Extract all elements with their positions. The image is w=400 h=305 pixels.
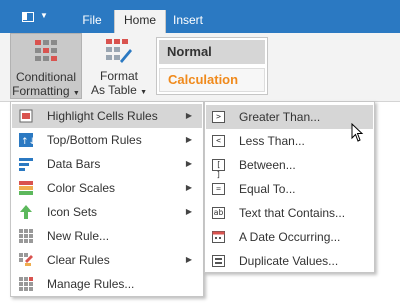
svg-text:↑↓: ↑↓ (21, 137, 33, 147)
menu-item-clear-rules[interactable]: Clear Rules ▶ (12, 248, 202, 272)
tab-home[interactable]: Home (114, 10, 166, 33)
menu-item-new-rule[interactable]: New Rule... (12, 224, 202, 248)
menu-item-color-scales[interactable]: Color Scales ▶ (12, 176, 202, 200)
window-layout-icon (22, 12, 34, 22)
chevron-right-icon: ▶ (185, 135, 192, 144)
less-than-icon: < (212, 135, 225, 147)
highlight-cells-icon (19, 109, 33, 123)
menu-item-label: Data Bars (47, 157, 101, 171)
submenu-item-between[interactable]: [ ] Between... (206, 153, 373, 179)
new-rule-icon (19, 229, 33, 243)
menu-item-label: Top/Bottom Rules (47, 133, 142, 147)
chevron-down-icon: ▼ (40, 11, 48, 20)
color-scales-icon (19, 181, 33, 195)
menu-item-label: New Rule... (47, 229, 110, 243)
text-contains-icon: ab (212, 207, 225, 219)
submenu-item-greater-than[interactable]: > Greater Than... (206, 105, 373, 129)
submenu-item-text-contains[interactable]: ab Text that Contains... (206, 201, 373, 225)
menu-item-manage-rules[interactable]: Manage Rules... (12, 272, 202, 296)
data-bars-icon (19, 158, 33, 171)
submenu-item-date-occurring[interactable]: A Date Occurring... (206, 225, 373, 249)
format-as-table-button[interactable]: Format As Table ▼ (88, 33, 150, 99)
format-as-table-icon (106, 39, 132, 63)
menu-item-label: Color Scales (47, 181, 116, 195)
menu-item-top-bottom-rules[interactable]: ↑↓ Top/Bottom Rules ▶ (12, 128, 202, 152)
menu-item-data-bars[interactable]: Data Bars ▶ (12, 152, 202, 176)
chevron-right-icon: ▶ (185, 183, 192, 192)
between-icon: [ ] (212, 159, 225, 179)
chevron-right-icon: ▶ (185, 207, 192, 216)
highlight-cells-submenu: > Greater Than... < Less Than... [ ] Bet… (204, 101, 375, 273)
menu-item-highlight-cells-rules[interactable]: Highlight Cells Rules ▶ (12, 104, 202, 128)
menu-item-icon-sets[interactable]: Icon Sets ▶ (12, 200, 202, 224)
submenu-item-label: A Date Occurring... (239, 230, 341, 244)
conditional-formatting-menu: Highlight Cells Rules ▶ ↑↓ Top/Bottom Ru… (10, 101, 204, 297)
chevron-right-icon: ▶ (185, 111, 192, 120)
submenu-item-less-than[interactable]: < Less Than... (206, 129, 373, 153)
equal-to-icon: = (212, 183, 225, 195)
chevron-right-icon: ▶ (185, 255, 192, 264)
tab-insert[interactable]: Insert (166, 10, 210, 33)
manage-rules-icon (19, 277, 33, 291)
submenu-item-duplicate-values[interactable]: Duplicate Values... (206, 249, 373, 273)
menu-item-label: Manage Rules... (47, 277, 135, 291)
submenu-item-label: Less Than... (239, 134, 305, 148)
chevron-right-icon: ▶ (185, 159, 192, 168)
submenu-item-label: Text that Contains... (239, 206, 346, 220)
submenu-item-label: Equal To... (239, 182, 296, 196)
submenu-item-label: Between... (239, 158, 296, 172)
calendar-icon (212, 231, 225, 243)
conditional-formatting-label-2: Formatting (12, 84, 70, 98)
menu-item-label: Clear Rules (47, 253, 110, 267)
duplicate-icon (212, 255, 225, 267)
format-as-table-label-2: As Table (90, 83, 137, 97)
greater-than-icon: > (212, 111, 225, 123)
chevron-down-icon: ▼ (140, 89, 148, 96)
conditional-formatting-icon (35, 40, 57, 61)
menu-item-label: Icon Sets (47, 205, 98, 219)
menu-item-label: Highlight Cells Rules (47, 109, 158, 123)
quick-access-menu-button[interactable]: ▼ (16, 9, 50, 27)
conditional-formatting-button[interactable]: Conditional Formatting ▼ (10, 33, 82, 99)
chevron-down-icon: ▼ (72, 90, 80, 97)
mouse-cursor-icon (351, 123, 364, 142)
title-bar: ▼ File Home Insert (0, 0, 400, 33)
cell-styles-gallery: Normal Calculation (156, 37, 268, 95)
conditional-formatting-label-1: Conditional (15, 70, 77, 84)
submenu-item-equal-to[interactable]: = Equal To... (206, 177, 373, 201)
submenu-item-label: Greater Than... (239, 110, 321, 124)
style-normal[interactable]: Normal (159, 40, 265, 64)
style-calculation[interactable]: Calculation (159, 68, 265, 92)
ribbon: Conditional Formatting ▼ Format As Table… (0, 33, 400, 102)
format-as-table-label-1: Format (99, 69, 138, 83)
clear-rules-icon (19, 253, 33, 266)
top-bottom-icon: ↑↓ (19, 133, 33, 147)
arrow-up-icon (20, 205, 32, 219)
submenu-item-label: Duplicate Values... (239, 254, 339, 268)
tab-file[interactable]: File (70, 10, 114, 33)
